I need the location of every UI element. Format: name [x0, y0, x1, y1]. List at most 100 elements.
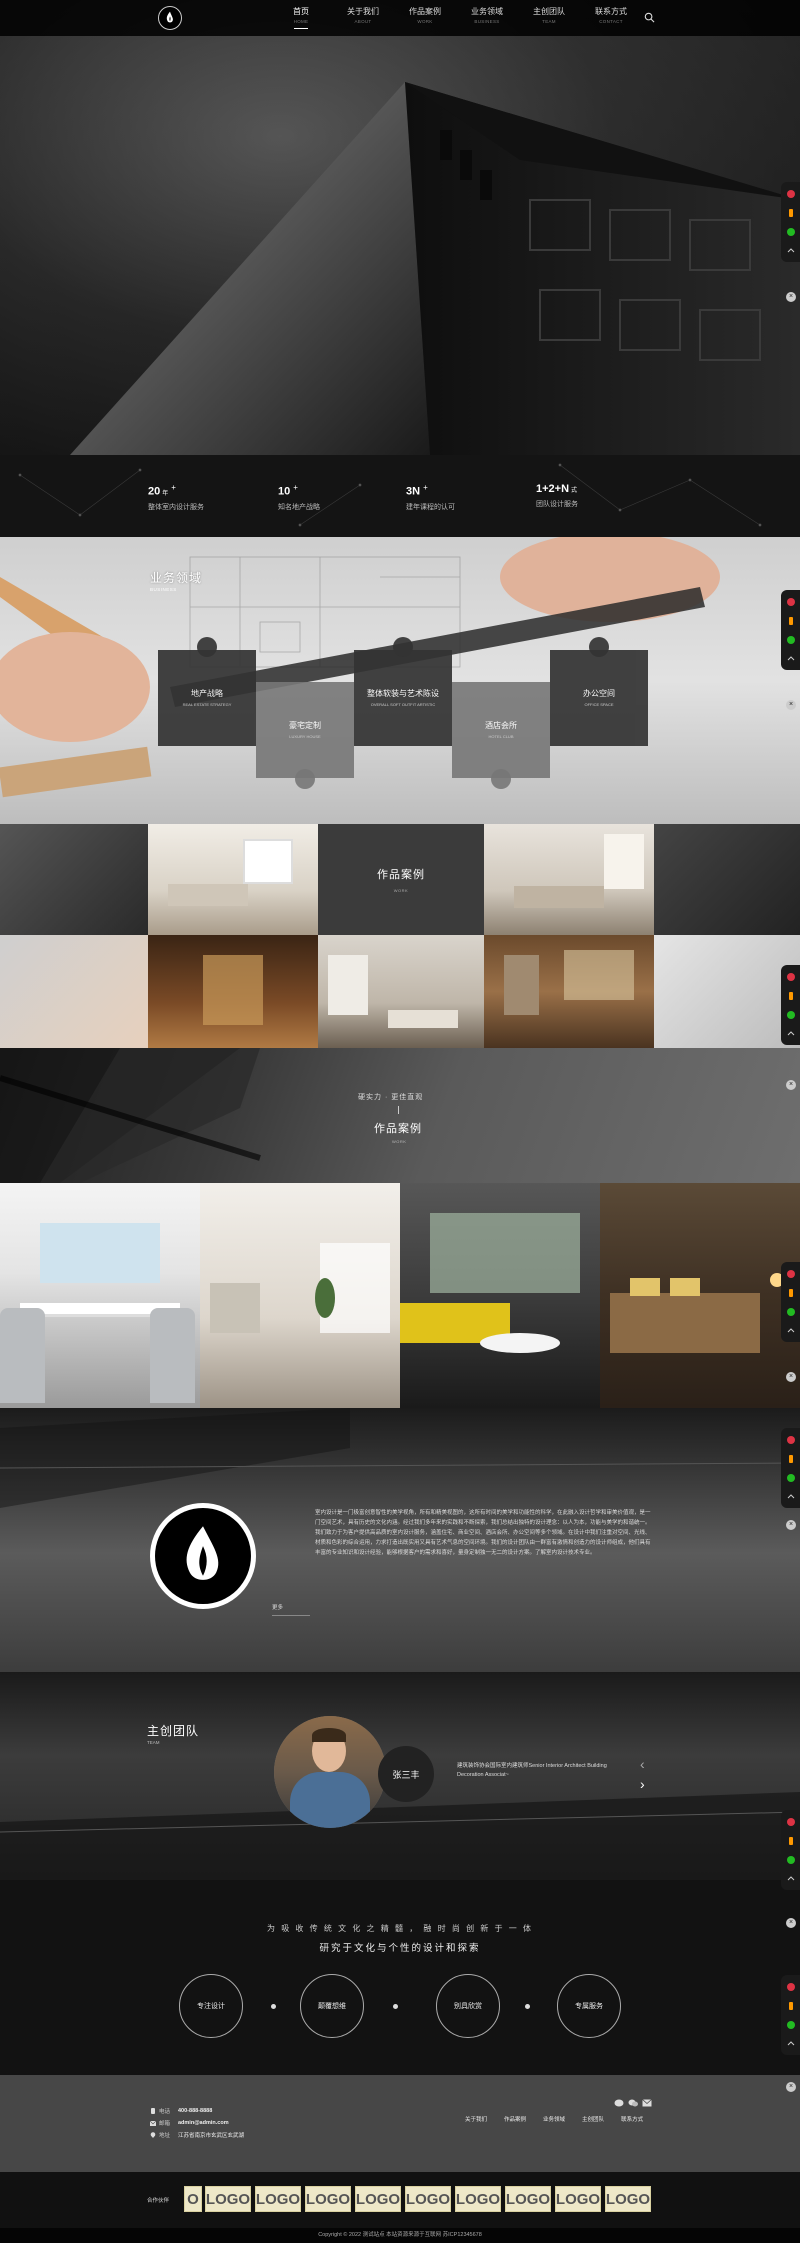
work-tile[interactable]	[484, 824, 654, 935]
business-title: 业务领域	[150, 571, 203, 585]
qq-icon[interactable]	[781, 1812, 800, 1831]
gallery-image-living[interactable]	[200, 1183, 400, 1408]
footer-link-contact[interactable]: 联系方式	[621, 2115, 643, 2123]
partner-logo[interactable]: LOGO	[605, 2186, 651, 2212]
chat-icon[interactable]	[614, 2099, 624, 2107]
work-tile[interactable]	[654, 935, 800, 1048]
nav-about[interactable]: 关于我们 ABOUT	[332, 6, 394, 29]
qq-icon[interactable]	[781, 1977, 800, 1996]
divider	[398, 1106, 399, 1114]
nav-team[interactable]: 主创团队 TEAM	[518, 6, 580, 29]
business-item-soft-outfit[interactable]: 整体软装与艺术陈设 OVERALL SOFT OUTFIT ARTISTIC	[354, 650, 452, 746]
phone-icon[interactable]	[781, 986, 800, 1005]
top-icon[interactable]	[781, 2034, 800, 2053]
wechat-icon[interactable]	[781, 2015, 800, 2034]
work-tile[interactable]	[654, 824, 800, 935]
partner-logo[interactable]: LOGO	[255, 2186, 301, 2212]
nav-label: 关于我们	[347, 7, 379, 16]
close-icon[interactable]: ×	[786, 1372, 796, 1382]
gallery-image-bedroom[interactable]	[600, 1183, 800, 1408]
close-icon[interactable]: ×	[786, 1080, 796, 1090]
work-tile[interactable]	[0, 935, 148, 1048]
wechat-icon[interactable]	[628, 2099, 638, 2107]
partner-logo[interactable]: LOGO	[455, 2186, 501, 2212]
work-tile[interactable]	[148, 824, 318, 935]
partner-logo[interactable]: LOGO	[405, 2186, 451, 2212]
team-member-name: 张三丰	[378, 1746, 434, 1802]
site-logo[interactable]	[158, 6, 182, 30]
work-tile[interactable]	[0, 824, 148, 935]
contact-value[interactable]: admin@admin.com	[178, 2120, 229, 2126]
top-icon[interactable]	[781, 1024, 800, 1043]
mail-icon[interactable]	[642, 2099, 652, 2107]
culture-item-appreciate[interactable]: 别具欣赏	[436, 1974, 500, 2038]
footer-link-about[interactable]: 关于我们	[465, 2115, 487, 2123]
business-item-real-estate[interactable]: 地产战略 REAL ESTATE STRATEGY	[158, 650, 256, 746]
gallery-image-dining[interactable]	[0, 1183, 200, 1408]
wechat-icon[interactable]	[781, 1005, 800, 1024]
nav-business[interactable]: 业务领域 BUSINESS	[456, 6, 518, 29]
top-icon[interactable]	[781, 241, 800, 260]
nav-contact[interactable]: 联系方式 CONTACT	[580, 6, 642, 29]
wechat-icon[interactable]	[781, 630, 800, 649]
close-icon[interactable]: ×	[786, 700, 796, 710]
work-tile[interactable]	[148, 935, 318, 1048]
partner-logo[interactable]: LOGO	[205, 2186, 251, 2212]
partner-logo[interactable]: LOGO	[505, 2186, 551, 2212]
wechat-icon[interactable]	[781, 222, 800, 241]
team-member-photo[interactable]	[274, 1716, 386, 1828]
next-arrow-icon[interactable]: ›	[640, 1776, 645, 1792]
qq-icon[interactable]	[781, 184, 800, 203]
qq-icon[interactable]	[781, 1264, 800, 1283]
nav-sublabel: WORK	[417, 19, 433, 24]
gallery-image-lounge[interactable]	[400, 1183, 600, 1408]
team-title: 主创团队	[147, 1724, 200, 1738]
culture-item-service[interactable]: 专属服务	[557, 1974, 621, 2038]
wechat-icon[interactable]	[781, 1302, 800, 1321]
nav-label: 联系方式	[595, 7, 627, 16]
footer-link-work[interactable]: 作品案例	[504, 2115, 526, 2123]
top-icon[interactable]	[781, 1869, 800, 1888]
nav-work[interactable]: 作品案例 WORK	[394, 6, 456, 29]
phone-icon[interactable]	[781, 203, 800, 222]
about-description: 室内设计是一门极富创意智性的美学视角，所有和精美视图的，这所有时间的美学和功能性…	[315, 1510, 651, 1556]
partner-logo[interactable]: LOGO	[555, 2186, 601, 2212]
work-tile[interactable]	[318, 935, 484, 1048]
close-icon[interactable]: ×	[786, 1520, 796, 1530]
culture-section: 为 吸 收 传 统 文 化 之 精 髓 ， 融 时 尚 创 新 于 一 体 研究…	[0, 1880, 800, 2075]
top-icon[interactable]	[781, 1487, 800, 1506]
close-icon[interactable]: ×	[786, 2082, 796, 2092]
top-icon[interactable]	[781, 1321, 800, 1340]
partner-logo[interactable]: O	[184, 2186, 202, 2212]
top-icon[interactable]	[781, 649, 800, 668]
more-button[interactable]: 更多	[272, 1603, 310, 1616]
culture-item-focus[interactable]: 专注设计	[179, 1974, 243, 2038]
wechat-icon[interactable]	[781, 1468, 800, 1487]
search-icon[interactable]	[644, 12, 655, 23]
culture-item-innovate[interactable]: 颠覆想维	[300, 1974, 364, 2038]
business-item-office[interactable]: 办公空间 OFFICE SPACE	[550, 650, 648, 746]
partner-logo[interactable]: LOGO	[355, 2186, 401, 2212]
nav-home[interactable]: 首页 HOME	[270, 6, 332, 29]
qq-icon[interactable]	[781, 592, 800, 611]
close-icon[interactable]: ×	[786, 292, 796, 302]
work-subtitle: WORK	[392, 1139, 407, 1144]
work-tile[interactable]	[484, 935, 654, 1048]
phone-icon[interactable]	[781, 1283, 800, 1302]
phone-icon[interactable]	[781, 611, 800, 630]
footer-link-business[interactable]: 业务领域	[543, 2115, 565, 2123]
business-item-sublabel: LUXURY HOUSE	[289, 734, 321, 739]
prev-arrow-icon[interactable]: ‹	[640, 1756, 645, 1772]
footer-link-team[interactable]: 主创团队	[582, 2115, 604, 2123]
phone-icon[interactable]	[781, 1831, 800, 1850]
wechat-icon[interactable]	[781, 1850, 800, 1869]
business-item-luxury[interactable]: 豪宅定制 LUXURY HOUSE	[256, 682, 354, 778]
close-icon[interactable]: ×	[786, 1918, 796, 1928]
partner-logo[interactable]: LOGO	[305, 2186, 351, 2212]
business-item-hotel[interactable]: 酒店会所 HOTEL CLUB	[452, 682, 550, 778]
phone-icon[interactable]	[781, 1996, 800, 2015]
phone-icon[interactable]	[781, 1449, 800, 1468]
business-item-sublabel: REAL ESTATE STRATEGY	[182, 702, 232, 707]
qq-icon[interactable]	[781, 1430, 800, 1449]
qq-icon[interactable]	[781, 967, 800, 986]
